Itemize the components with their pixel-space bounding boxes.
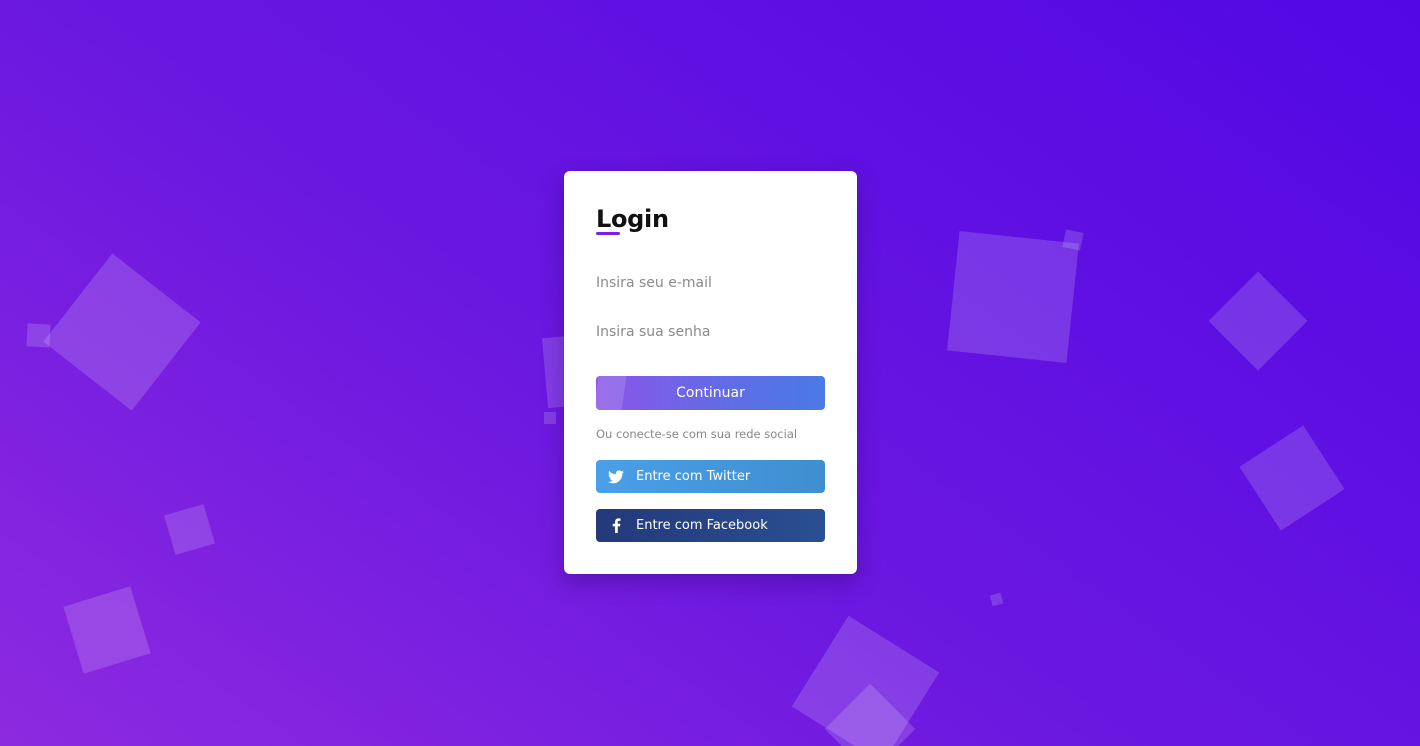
- decorative-square: [947, 231, 1079, 363]
- decorative-square: [544, 412, 556, 424]
- continue-label: Continuar: [676, 385, 745, 401]
- social-login-text: Ou conecte-se com sua rede social: [596, 427, 798, 441]
- decorative-square: [1208, 271, 1308, 371]
- password-input[interactable]: [596, 318, 825, 346]
- login-card: Login Continuar Ou conecte-se com sua re…: [564, 171, 857, 574]
- continue-button[interactable]: Continuar: [596, 376, 825, 410]
- decorative-square: [26, 323, 51, 348]
- twitter-login-button[interactable]: Entre com Twitter: [596, 460, 825, 493]
- email-input[interactable]: [596, 269, 825, 297]
- decorative-square: [43, 253, 201, 411]
- title-underline: [596, 232, 620, 235]
- decorative-square: [164, 504, 215, 555]
- facebook-login-button[interactable]: Entre com Facebook: [596, 509, 825, 542]
- twitter-icon: [596, 469, 636, 484]
- decorative-square: [1239, 425, 1345, 531]
- button-shine: [596, 376, 627, 410]
- twitter-label: Entre com Twitter: [636, 469, 751, 484]
- decorative-square: [1062, 229, 1084, 251]
- login-title: Login: [596, 205, 669, 233]
- decorative-square: [989, 592, 1004, 607]
- facebook-icon: [596, 518, 636, 533]
- facebook-label: Entre com Facebook: [636, 518, 768, 533]
- decorative-square: [63, 586, 151, 674]
